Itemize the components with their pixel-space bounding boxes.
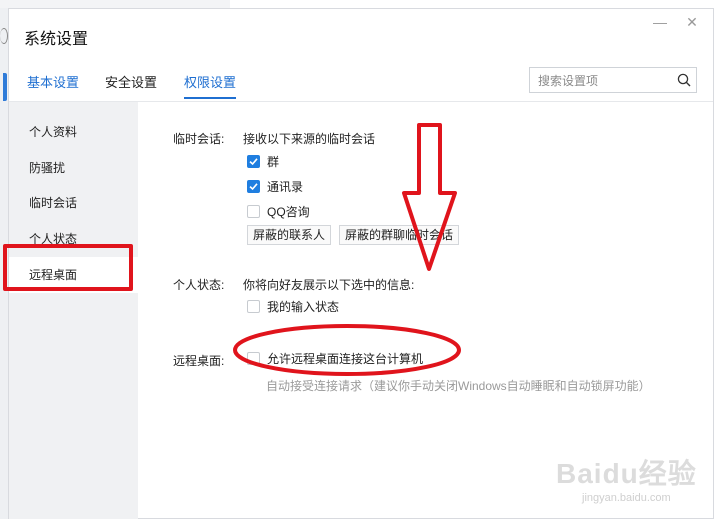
sidebar-item-temp-session[interactable]: 临时会话 bbox=[9, 185, 138, 221]
personal-status-label: 个人状态: bbox=[173, 278, 225, 292]
tab-basic-settings[interactable]: 基本设置 bbox=[27, 72, 79, 97]
baidu-watermark-url: jingyan.baidu.com bbox=[582, 492, 671, 504]
close-button[interactable]: ✕ bbox=[683, 13, 701, 31]
search-input[interactable] bbox=[536, 69, 680, 93]
dialog-title: 系统设置 bbox=[24, 31, 89, 48]
tab-permission-settings[interactable]: 权限设置 bbox=[184, 72, 237, 99]
annotation-overlay bbox=[233, 123, 461, 376]
minimize-button[interactable]: — bbox=[651, 13, 669, 31]
sidebar-item-anti-harassment[interactable]: 防骚扰 bbox=[9, 150, 138, 186]
background-icon-fragment bbox=[0, 28, 8, 44]
sidebar-item-personal-status[interactable]: 个人状态 bbox=[9, 221, 138, 257]
sidebar-item-profile[interactable]: 个人资料 bbox=[9, 114, 138, 150]
tab-security-settings[interactable]: 安全设置 bbox=[105, 72, 157, 97]
sidebar: 个人资料 防骚扰 临时会话 个人状态 远程桌面 bbox=[9, 102, 138, 519]
tab-accent-bar bbox=[3, 73, 7, 101]
baidu-watermark: Baidu经验 bbox=[556, 458, 697, 489]
sidebar-item-remote-desktop[interactable]: 远程桌面 bbox=[9, 257, 138, 293]
search-icon[interactable] bbox=[677, 73, 691, 87]
down-arrow-icon bbox=[402, 123, 457, 271]
remote-desktop-label: 远程桌面: bbox=[173, 354, 225, 368]
settings-dialog: 系统设置 — ✕ 基本设置 安全设置 权限设置 个人资料 防骚扰 临时会话 个人… bbox=[3, 8, 714, 519]
temp-session-label: 临时会话: bbox=[173, 132, 225, 146]
annotation-ellipse bbox=[233, 324, 461, 376]
search-box[interactable] bbox=[529, 67, 697, 93]
background-window-top bbox=[0, 0, 230, 8]
